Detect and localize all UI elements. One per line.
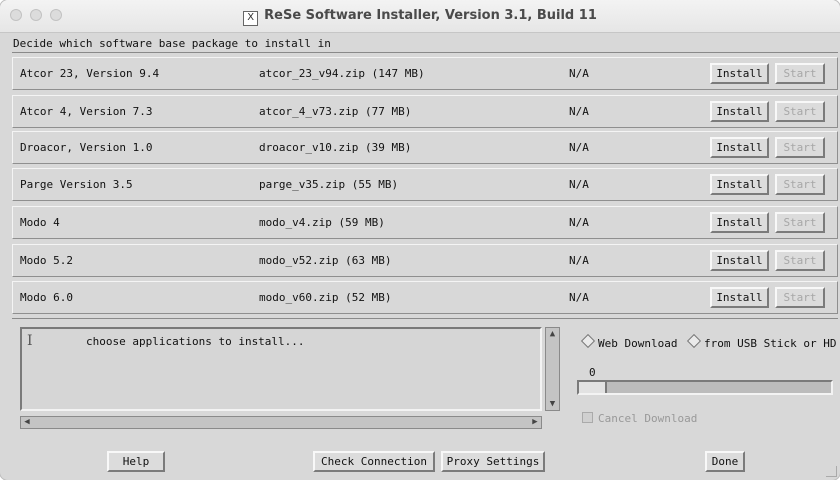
start-button[interactable]: Start	[775, 101, 825, 122]
package-status: N/A	[569, 141, 589, 154]
installer-window: X ReSe Software Installer, Version 3.1, B…	[0, 0, 840, 480]
package-file: modo_v52.zip (63 MB)	[259, 254, 392, 267]
package-name: Atcor 4, Version 7.3	[20, 105, 153, 118]
horizontal-scrollbar[interactable]: ◀ ▶	[20, 416, 542, 429]
package-row: Modo 5.2 modo_v52.zip (63 MB) N/A Instal…	[12, 244, 838, 277]
title-bar: X ReSe Software Installer, Version 3.1, B…	[0, 0, 840, 33]
package-name: Atcor 23, Version 9.4	[20, 67, 160, 80]
done-button[interactable]: Done	[705, 451, 745, 472]
divider	[12, 52, 838, 53]
radio-diamond-icon	[686, 333, 702, 349]
package-file: parge_v35.zip (55 MB)	[259, 178, 399, 191]
window-title: X ReSe Software Installer, Version 3.1, B…	[0, 8, 840, 26]
start-button[interactable]: Start	[775, 287, 825, 308]
help-button[interactable]: Help	[107, 451, 165, 472]
package-name: Droacor, Version 1.0	[20, 141, 153, 154]
package-name: Parge Version 3.5	[20, 178, 133, 191]
install-button[interactable]: Install	[710, 63, 769, 84]
package-name: Modo 6.0	[20, 291, 73, 304]
log-textarea[interactable]: I choose applications to install...	[20, 327, 542, 411]
vertical-scrollbar[interactable]: ▲ ▼	[545, 327, 560, 411]
slider-thumb[interactable]	[579, 382, 607, 393]
scroll-left-icon[interactable]: ◀	[21, 417, 33, 428]
progress-value: 0	[589, 366, 596, 379]
start-button[interactable]: Start	[775, 250, 825, 271]
package-row: Parge Version 3.5 parge_v35.zip (55 MB) …	[12, 168, 838, 201]
x-window-icon: X	[243, 11, 259, 26]
package-status: N/A	[569, 291, 589, 304]
package-name: Modo 5.2	[20, 254, 73, 267]
scroll-right-icon[interactable]: ▶	[529, 417, 541, 428]
package-status: N/A	[569, 178, 589, 191]
resize-grip-icon[interactable]	[826, 466, 837, 477]
usb-download-radio[interactable]: from USB Stick or HD	[686, 333, 837, 350]
package-status: N/A	[569, 67, 589, 80]
install-button[interactable]: Install	[710, 212, 769, 233]
window-title-text: ReSe Software Installer, Version 3.1, Bu…	[264, 8, 597, 23]
package-file: atcor_4_v73.zip (77 MB)	[259, 105, 412, 118]
package-status: N/A	[569, 216, 589, 229]
start-button[interactable]: Start	[775, 137, 825, 158]
package-file: atcor_23_v94.zip (147 MB)	[259, 67, 425, 80]
log-message: choose applications to install...	[86, 335, 305, 348]
web-download-label: Web Download	[598, 337, 678, 350]
check-connection-button[interactable]: Check Connection	[313, 451, 435, 472]
package-file: droacor_v10.zip (39 MB)	[259, 141, 412, 154]
start-button[interactable]: Start	[775, 212, 825, 233]
package-status: N/A	[569, 105, 589, 118]
package-row: Atcor 4, Version 7.3 atcor_4_v73.zip (77…	[12, 95, 838, 128]
package-file: modo_v4.zip (59 MB)	[259, 216, 385, 229]
usb-download-label: from USB Stick or HD	[704, 337, 837, 350]
cancel-download-label: Cancel Download	[598, 412, 698, 425]
start-button[interactable]: Start	[775, 174, 825, 195]
install-button[interactable]: Install	[710, 137, 769, 158]
install-button[interactable]: Install	[710, 287, 769, 308]
install-button[interactable]: Install	[710, 250, 769, 271]
checkbox-icon	[582, 412, 593, 423]
package-row: Atcor 23, Version 9.4 atcor_23_v94.zip (…	[12, 57, 838, 90]
install-button[interactable]: Install	[710, 101, 769, 122]
section-heading: Decide which software base package to in…	[13, 37, 331, 50]
package-file: modo_v60.zip (52 MB)	[259, 291, 392, 304]
scroll-down-icon[interactable]: ▼	[546, 398, 559, 410]
package-row: Modo 6.0 modo_v60.zip (52 MB) N/A Instal…	[12, 281, 838, 314]
package-status: N/A	[569, 254, 589, 267]
package-name: Modo 4	[20, 216, 60, 229]
download-progress-slider[interactable]	[577, 380, 833, 395]
package-row: Droacor, Version 1.0 droacor_v10.zip (39…	[12, 131, 838, 164]
radio-diamond-icon	[580, 333, 596, 349]
package-row: Modo 4 modo_v4.zip (59 MB) N/A Install S…	[12, 206, 838, 239]
scroll-up-icon[interactable]: ▲	[546, 328, 559, 340]
start-button[interactable]: Start	[775, 63, 825, 84]
cancel-download-checkbox[interactable]: Cancel Download	[582, 412, 697, 425]
text-cursor-icon: I	[27, 333, 33, 349]
install-button[interactable]: Install	[710, 174, 769, 195]
proxy-settings-button[interactable]: Proxy Settings	[441, 451, 545, 472]
divider	[12, 318, 838, 319]
web-download-radio[interactable]: Web Download	[580, 333, 678, 350]
